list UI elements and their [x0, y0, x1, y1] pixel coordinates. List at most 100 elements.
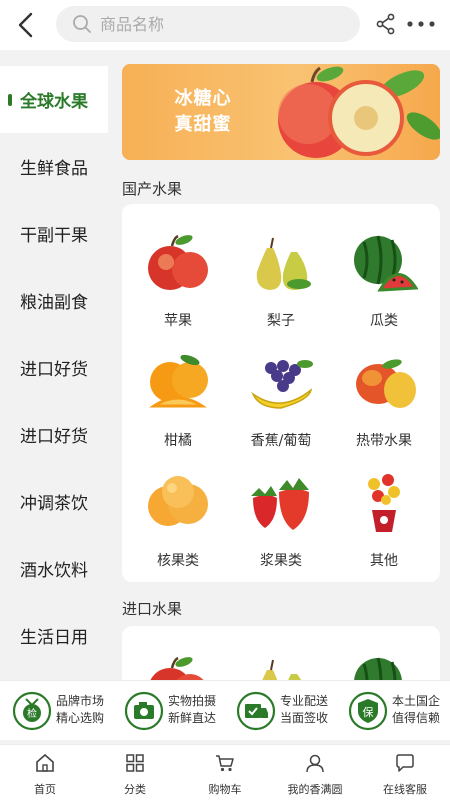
feature-line-2: 值得信赖	[392, 711, 441, 725]
feature-brand-market: 检 品牌市场精心选购	[2, 689, 114, 733]
camera-icon	[124, 691, 164, 731]
tab-label: 分类	[124, 783, 146, 796]
imported-fruit-card	[122, 626, 440, 680]
top-bar	[0, 0, 450, 50]
feature-line-2: 新鲜直达	[168, 711, 217, 725]
search-bar[interactable]	[56, 6, 360, 42]
promo-banner[interactable]: 冰糖心 真甜蜜	[122, 64, 440, 160]
sidebar-item-label: 粮油副食	[20, 293, 88, 313]
category-label: 苹果	[164, 313, 192, 329]
share-icon[interactable]	[374, 12, 398, 36]
category-stone-fruit[interactable]: 核果类	[128, 470, 228, 582]
sidebar-item-imported-1[interactable]: 进口好货	[0, 334, 108, 401]
sidebar-item-label: 冲调茶饮	[20, 494, 88, 514]
tab-cart[interactable]: 购物车	[180, 745, 270, 800]
category-label: 浆果类	[260, 553, 302, 569]
cart-icon	[215, 753, 235, 773]
sidebar-item-tea-drinks[interactable]: 冲调茶饮	[0, 468, 108, 535]
tab-label: 在线客服	[383, 783, 427, 796]
category-melon[interactable]	[334, 652, 434, 680]
watermelon-icon	[350, 652, 418, 680]
delivery-truck-icon	[236, 691, 276, 731]
bottom-tab-bar: 首页 分类 购物车 我的香满圆 在线客服	[0, 744, 450, 800]
chat-icon	[395, 753, 415, 773]
category-label: 热带水果	[356, 433, 412, 449]
category-label: 其他	[370, 553, 398, 569]
banner-line-1: 冰糖心	[174, 88, 232, 109]
apple-icon	[144, 652, 212, 680]
peach-icon	[144, 470, 212, 536]
feature-line-1: 本土国企	[392, 694, 441, 708]
tab-label: 首页	[34, 783, 56, 796]
category-label: 核果类	[157, 553, 199, 569]
sidebar-item-fresh-food[interactable]: 生鲜食品	[0, 133, 108, 200]
banner-line-2: 真甜蜜	[174, 114, 232, 135]
category-grid-icon	[125, 753, 145, 773]
category-label: 柑橘	[164, 433, 192, 449]
feature-text: 实物拍摄 新鲜直达	[168, 693, 216, 727]
feature-real-photo: 实物拍摄 新鲜直达	[114, 689, 226, 733]
category-label: 香蕉/葡萄	[250, 433, 312, 449]
category-pear[interactable]	[231, 652, 331, 680]
more-dots-icon[interactable]	[404, 12, 438, 36]
feature-text: 品牌市场 精心选购	[56, 693, 104, 727]
service-features-bar: 检 品牌市场精心选购 实物拍摄 新鲜直达 专业配送当面签收 保 本土国企值得信赖	[0, 680, 450, 740]
watermelon-icon	[350, 230, 419, 296]
apple-icon	[144, 230, 212, 296]
back-arrow-icon[interactable]	[12, 10, 42, 40]
feature-delivery: 专业配送 当面签收	[226, 689, 338, 733]
category-sidebar: 全球水果 生鲜食品 干副干果 粮油副食 进口好货 进口好货 冲调茶饮 酒水饮料 …	[0, 50, 108, 680]
sidebar-item-label: 生鲜食品	[20, 159, 88, 179]
section-title-imported: 进口水果	[122, 600, 183, 618]
sidebar-item-global-fruit[interactable]: 全球水果	[0, 66, 108, 133]
pear-icon	[247, 230, 315, 296]
apple-slice-image	[252, 64, 440, 160]
feature-text: 专业配送 当面签收	[280, 693, 328, 727]
search-input[interactable]	[100, 6, 350, 42]
sidebar-item-label: 进口好货	[20, 427, 88, 447]
home-icon	[35, 753, 55, 773]
banner-slogan: 冰糖心 真甜蜜	[158, 86, 248, 138]
category-pear[interactable]: 梨子	[231, 230, 331, 342]
feature-text: 本土国企 值得信赖	[392, 693, 440, 727]
sidebar-item-dried-goods[interactable]: 干副干果	[0, 200, 108, 267]
category-melon[interactable]: 瓜类	[334, 230, 434, 342]
domestic-fruit-card: 苹果 梨子 瓜类 柑橘 香蕉/葡萄 热带水果 核果类 浆果类 其他	[122, 204, 440, 582]
sidebar-item-label: 生活日用	[20, 628, 88, 648]
sidebar-item-daily-use[interactable]: 生活日用	[0, 602, 108, 669]
section-title-domestic: 国产水果	[122, 180, 183, 198]
feature-line-2: 当面签收	[280, 711, 329, 725]
feature-state-owned: 保 本土国企值得信赖	[338, 689, 450, 733]
category-label: 梨子	[267, 313, 295, 329]
orange-icon	[144, 350, 212, 416]
category-content: 冰糖心 真甜蜜 国产水果 苹果 梨子 瓜类 柑橘 香蕉/葡萄 热带水果 核果类 …	[108, 50, 450, 680]
tab-label: 我的香满圆	[287, 783, 343, 796]
sidebar-item-beverages[interactable]: 酒水饮料	[0, 535, 108, 602]
pear-icon	[247, 652, 315, 680]
category-tropical[interactable]: 热带水果	[334, 350, 434, 462]
category-banana-grape[interactable]: 香蕉/葡萄	[231, 350, 331, 462]
svg-text:保: 保	[363, 705, 374, 719]
shield-icon: 保	[348, 691, 388, 731]
sidebar-item-label: 进口好货	[20, 360, 88, 380]
mango-icon	[350, 350, 418, 416]
category-berries[interactable]: 浆果类	[231, 470, 331, 582]
tab-home[interactable]: 首页	[0, 745, 90, 800]
category-citrus[interactable]: 柑橘	[128, 350, 228, 462]
sidebar-item-imported-2[interactable]: 进口好货	[0, 401, 108, 468]
tab-customer-service[interactable]: 在线客服	[360, 745, 450, 800]
category-apple[interactable]: 苹果	[128, 230, 228, 342]
feature-line-1: 专业配送	[280, 694, 329, 708]
feature-line-2: 精心选购	[56, 711, 105, 725]
svg-text:检: 检	[27, 707, 37, 720]
category-apple[interactable]	[128, 652, 228, 680]
search-icon	[72, 14, 92, 34]
tab-profile[interactable]: 我的香满圆	[270, 745, 360, 800]
sidebar-item-label: 酒水饮料	[20, 561, 88, 581]
feature-line-1: 品牌市场	[56, 694, 105, 708]
sidebar-item-grain-oil[interactable]: 粮油副食	[0, 267, 108, 334]
category-other[interactable]: 其他	[334, 470, 434, 582]
sidebar-item-label: 干副干果	[20, 226, 88, 246]
tab-category[interactable]: 分类	[90, 745, 180, 800]
medal-icon: 检	[12, 691, 52, 731]
